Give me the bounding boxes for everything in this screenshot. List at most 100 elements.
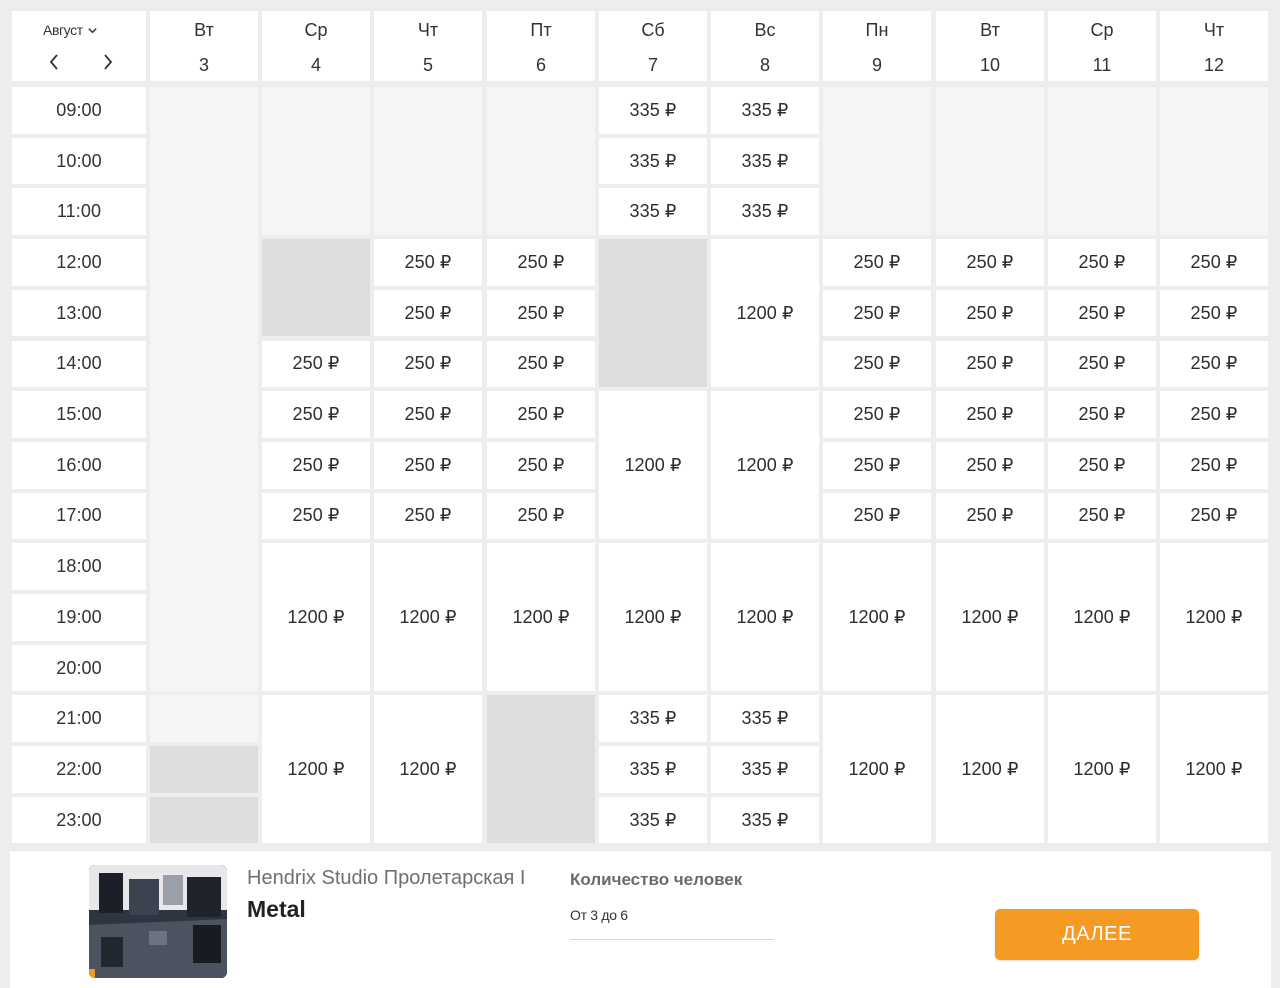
time-slot[interactable]: 250 ₽ (1160, 289, 1268, 337)
time-label: 11:00 (12, 188, 146, 236)
day-header-0: Вт 3 (150, 11, 258, 81)
time-slot[interactable]: 335 ₽ (599, 137, 707, 185)
time-slot[interactable]: 250 ₽ (374, 340, 482, 388)
time-slot[interactable]: 250 ₽ (823, 441, 931, 489)
time-slot[interactable]: 250 ₽ (262, 441, 370, 489)
time-slot[interactable]: 250 ₽ (487, 340, 595, 388)
time-slot[interactable]: 250 ₽ (1160, 441, 1268, 489)
time-slot[interactable]: 250 ₽ (1160, 340, 1268, 388)
time-slot[interactable]: 335 ₽ (711, 796, 819, 844)
time-slot[interactable]: 335 ₽ (599, 796, 707, 844)
time-slot[interactable]: 1200 ₽ (1160, 695, 1268, 844)
time-slot[interactable]: 250 ₽ (1048, 340, 1156, 388)
time-slot[interactable]: 250 ₽ (1048, 492, 1156, 540)
chevron-right-icon (104, 54, 113, 70)
time-slot[interactable]: 1200 ₽ (711, 543, 819, 692)
time-slot[interactable]: 250 ₽ (823, 340, 931, 388)
day-of-week: Вс (754, 20, 776, 40)
day-header-7: Вт 10 (936, 11, 1044, 81)
time-slot[interactable]: 250 ₽ (262, 340, 370, 388)
time-slot[interactable]: 250 ₽ (487, 289, 595, 337)
time-slot[interactable]: 250 ₽ (487, 441, 595, 489)
time-slot[interactable]: 250 ₽ (374, 492, 482, 540)
time-slot[interactable]: 1200 ₽ (262, 695, 370, 844)
time-slot[interactable]: 335 ₽ (711, 746, 819, 793)
time-slot[interactable]: 250 ₽ (823, 239, 931, 286)
people-count-underline (570, 939, 774, 940)
day-number: 8 (759, 55, 770, 75)
time-label: 19:00 (12, 594, 146, 641)
time-slot[interactable]: 250 ₽ (374, 391, 482, 438)
time-slot[interactable]: 250 ₽ (936, 239, 1044, 286)
time-slot[interactable]: 250 ₽ (1048, 239, 1156, 286)
time-slot[interactable]: 1200 ₽ (823, 543, 931, 692)
unavailable-slot (1048, 87, 1156, 236)
time-slot[interactable]: 250 ₽ (936, 340, 1044, 388)
time-slot[interactable]: 250 ₽ (374, 441, 482, 489)
day-header-2: Чт 5 (374, 11, 482, 81)
day-of-week: Вт (194, 20, 214, 40)
time-slot[interactable]: 250 ₽ (374, 239, 482, 286)
day-header-9: Чт 12 (1160, 11, 1268, 81)
time-slot[interactable]: 250 ₽ (487, 391, 595, 438)
time-slot[interactable]: 335 ₽ (599, 87, 707, 134)
time-slot[interactable]: 1200 ₽ (936, 695, 1044, 844)
day-number: 6 (535, 55, 546, 75)
time-slot[interactable]: 1200 ₽ (711, 391, 819, 540)
time-slot[interactable]: 1200 ₽ (374, 543, 482, 692)
time-slot[interactable]: 1200 ₽ (1048, 695, 1156, 844)
time-slot[interactable]: 1200 ₽ (1048, 543, 1156, 692)
time-label: 14:00 (12, 340, 146, 388)
unavailable-slot (487, 87, 595, 236)
time-slot[interactable]: 250 ₽ (1048, 441, 1156, 489)
time-slot[interactable]: 335 ₽ (711, 137, 819, 185)
time-slot[interactable]: 1200 ₽ (1160, 543, 1268, 692)
time-slot[interactable]: 335 ₽ (711, 87, 819, 134)
prev-week-button[interactable] (44, 52, 64, 72)
time-slot[interactable]: 250 ₽ (823, 492, 931, 540)
time-slot[interactable]: 1200 ₽ (711, 239, 819, 388)
time-slot[interactable]: 250 ₽ (262, 492, 370, 540)
day-header-5: Вс 8 (711, 11, 819, 81)
time-slot[interactable]: 250 ₽ (1160, 492, 1268, 540)
time-slot[interactable]: 1200 ₽ (374, 695, 482, 844)
time-slot[interactable]: 1200 ₽ (599, 543, 707, 692)
time-slot[interactable]: 1200 ₽ (599, 391, 707, 540)
time-slot[interactable]: 335 ₽ (599, 746, 707, 793)
time-slot[interactable]: 250 ₽ (823, 391, 931, 438)
time-slot[interactable]: 250 ₽ (487, 239, 595, 286)
time-slot[interactable]: 1200 ₽ (823, 695, 931, 844)
time-slot[interactable]: 250 ₽ (1160, 239, 1268, 286)
time-slot[interactable]: 335 ₽ (711, 695, 819, 743)
day-header-8: Ср 11 (1048, 11, 1156, 81)
time-slot[interactable]: 250 ₽ (487, 492, 595, 540)
time-slot[interactable]: 250 ₽ (1048, 289, 1156, 337)
time-slot[interactable]: 250 ₽ (936, 289, 1044, 337)
day-of-week: Вт (980, 20, 1000, 40)
next-week-button[interactable] (98, 52, 118, 72)
time-slot[interactable]: 335 ₽ (599, 188, 707, 236)
time-slot[interactable]: 250 ₽ (1160, 391, 1268, 438)
time-slot[interactable]: 1200 ₽ (487, 543, 595, 692)
time-slot[interactable]: 250 ₽ (936, 391, 1044, 438)
booking-calendar: Август Вт 3 Ср 4 Чт 5 Пт 6 Сб 7 Вс 8 Пн 9 Вт 10 Ср 11 Чт 12… (10, 9, 1271, 844)
time-label: 20:00 (12, 644, 146, 692)
time-slot[interactable]: 250 ₽ (936, 492, 1044, 540)
time-slot[interactable]: 250 ₽ (823, 289, 931, 337)
next-button[interactable]: ДАЛЕЕ (995, 909, 1199, 960)
time-label: 09:00 (12, 87, 146, 134)
time-slot[interactable]: 250 ₽ (936, 441, 1044, 489)
unavailable-slot (936, 87, 1044, 236)
time-slot[interactable]: 1200 ₽ (936, 543, 1044, 692)
month-select[interactable]: Август (43, 22, 98, 38)
room-name: Metal (247, 896, 306, 922)
time-slot[interactable]: 250 ₽ (262, 391, 370, 438)
people-count-value[interactable]: От 3 до 6 (570, 907, 628, 923)
unavailable-slot (150, 87, 258, 692)
time-slot[interactable]: 250 ₽ (374, 289, 482, 337)
time-slot[interactable]: 250 ₽ (1048, 391, 1156, 438)
time-slot[interactable]: 1200 ₽ (262, 543, 370, 692)
day-number: 11 (1092, 55, 1112, 75)
time-slot[interactable]: 335 ₽ (711, 188, 819, 236)
time-slot[interactable]: 335 ₽ (599, 695, 707, 743)
